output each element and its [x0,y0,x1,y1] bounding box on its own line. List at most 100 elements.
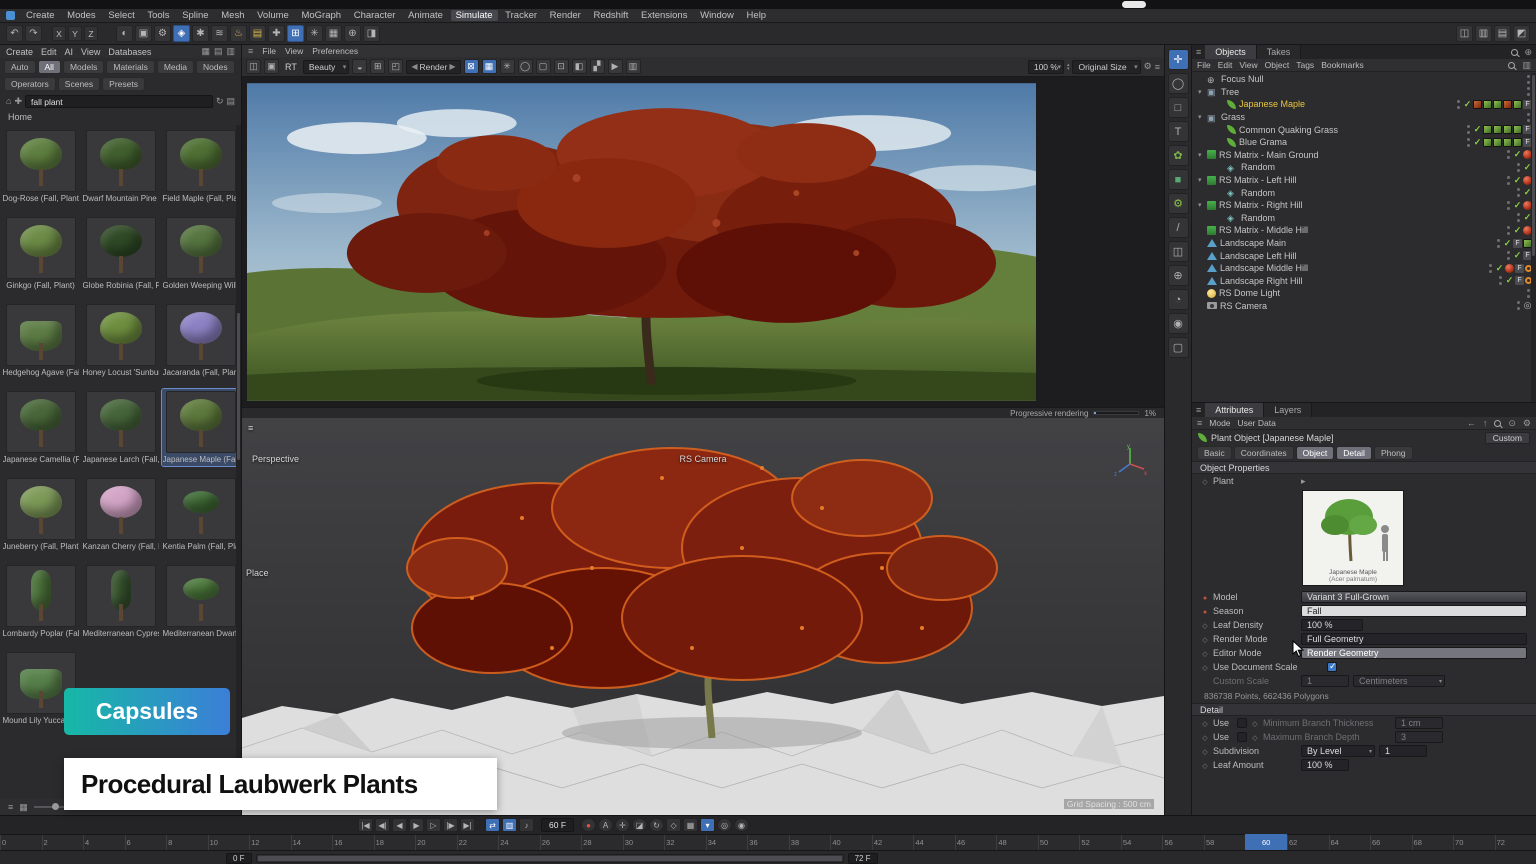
asset-item[interactable]: Mediterranean Dwarf ... [162,563,240,640]
object-tag-icon[interactable] [1463,100,1472,109]
object-label[interactable]: Random [1241,162,1275,172]
object-label[interactable]: RS Matrix - Middle Hill [1219,225,1308,235]
frame-tick[interactable]: 22 [457,835,499,850]
generators-icon[interactable]: ⚙ [1168,193,1189,214]
undo-icon[interactable]: ↶ [6,25,23,42]
text-tool-icon[interactable]: T [1168,121,1189,142]
frame-tick[interactable]: 64 [1329,835,1371,850]
zoom-value-field[interactable]: 100 % [1028,60,1064,74]
frame-tick[interactable]: 30 [623,835,665,850]
object-tag-icon[interactable] [1473,138,1482,147]
grid-toggle-icon[interactable]: ⊞ [370,59,385,74]
asset-menu-item[interactable]: AI [65,45,74,59]
render-view-icon[interactable]: ◐ [116,25,133,42]
compare-icon[interactable]: ◫ [246,59,261,74]
frame-tick[interactable]: 68 [1412,835,1454,850]
subdivision-mode-select[interactable]: By Level [1301,745,1375,757]
object-tag-icon[interactable] [1513,176,1522,185]
falloff-icon[interactable]: ◯ [518,59,533,74]
property-value-field[interactable]: Fall [1301,605,1527,617]
jump-start-icon[interactable]: |◀ [358,818,373,832]
object-label[interactable]: RS Dome Light [1219,288,1280,298]
object-tag-icon[interactable] [1506,201,1512,210]
key-icon[interactable] [1201,760,1209,770]
key-icon[interactable] [1201,476,1209,486]
add-icon[interactable]: ✚ [14,96,22,107]
beauty-select[interactable]: Beauty [303,60,349,74]
panel-burger-icon[interactable]: ≡ [248,46,253,56]
filter-chip[interactable]: Media [157,60,194,74]
live-selection-icon[interactable]: ◯ [1168,73,1189,94]
asset-item[interactable]: Golden Weeping Willo... [162,215,240,292]
object-tag-icon[interactable] [1505,276,1514,285]
refresh-icon[interactable]: ↻ [216,96,224,107]
panel-tab[interactable]: Attributes [1205,403,1264,417]
menu-item[interactable]: MoGraph [296,10,346,21]
key-scale-icon[interactable]: ◪ [632,818,647,832]
use-checkbox[interactable] [1237,718,1247,728]
expand-caret-icon[interactable] [1198,151,1207,159]
expand-caret-icon[interactable] [1198,113,1207,121]
up-icon[interactable]: ↑ [1483,418,1488,428]
attr-tab-chip[interactable]: Basic [1197,446,1232,460]
menu-item[interactable]: Volume [252,10,294,21]
particles-icon[interactable]: ✱ [192,25,209,42]
next-key-icon[interactable]: |▶ [443,818,458,832]
object-row[interactable]: Grass [1192,111,1536,124]
om-menu-item[interactable]: Tags [1296,60,1314,70]
preview-range-icon[interactable]: ▥ [502,818,517,832]
safe-frame-icon[interactable]: ▢ [536,59,551,74]
object-tag-icon[interactable] [1493,138,1502,147]
mirror-tool-icon[interactable]: ◫ [1168,241,1189,262]
object-tag-icon[interactable] [1513,239,1522,248]
attr-search-icon[interactable] [1494,420,1501,427]
back-icon[interactable]: ← [1467,418,1476,428]
userdata-menu[interactable]: User Data [1238,418,1276,428]
simulation-icon[interactable]: ◈ [173,25,190,42]
object-row[interactable]: RS Matrix - Right Hill [1192,199,1536,212]
menu-item[interactable]: Select [103,10,139,21]
asset-item[interactable]: Honey Locust 'Sunbur... [82,302,160,379]
rect-selection-icon[interactable]: □ [1168,97,1189,118]
viewport-menu-item[interactable]: Preferences [312,46,358,56]
object-label[interactable]: RS Matrix - Right Hill [1219,200,1303,210]
object-row[interactable]: RS Matrix - Middle Hill [1192,224,1536,237]
om-burger-icon[interactable]: ≡ [1192,47,1205,57]
frame-tick[interactable]: 72 [1495,835,1536,850]
key-icon[interactable] [1251,718,1259,728]
object-label[interactable]: Grass [1221,112,1245,122]
object-tag-icon[interactable] [1503,138,1512,147]
object-tag-icon[interactable] [1493,100,1502,109]
render-nav[interactable]: ◀ Render ▶ [406,60,460,74]
object-tag-icon[interactable] [1513,150,1522,159]
menu-item[interactable]: Redshift [588,10,633,21]
ab-split-icon[interactable]: ◧ [572,59,587,74]
menu-item[interactable]: Help [742,10,772,21]
asset-menu-item[interactable]: Databases [108,45,151,59]
object-label[interactable]: Landscape Left Hill [1220,251,1297,261]
use-checkbox[interactable] [1237,732,1247,742]
menu-item[interactable]: Tools [142,10,174,21]
attr-burger-icon[interactable]: ≡ [1192,405,1205,415]
render-view[interactable] [242,77,1164,407]
mode-burger-icon[interactable]: ≡ [1197,418,1202,428]
object-row[interactable]: Tree [1192,86,1536,99]
menu-item[interactable]: Character [349,10,401,21]
home-icon[interactable]: ⌂ [6,96,11,106]
frame-tick[interactable]: 40 [830,835,872,850]
hud-icon[interactable]: ◉ [734,818,749,832]
key-icon[interactable] [1201,620,1209,630]
range-end-field[interactable]: 72 F [848,853,878,864]
gear-icon[interactable]: ⚙ [1144,61,1152,72]
object-tag-icon[interactable] [1473,125,1482,134]
search-input[interactable]: fall plant [25,95,213,108]
key-icon[interactable] [1201,648,1209,658]
render-settings-icon[interactable]: ⚙ [154,25,171,42]
key-icon[interactable] [1201,606,1209,616]
key-position-icon[interactable]: ✛ [615,818,630,832]
frame-tick[interactable]: 24 [498,835,540,850]
frame-tick[interactable]: 12 [249,835,291,850]
plant-preview-thumbnail[interactable]: Japanese Maple (Acer palmatum) [1302,490,1404,586]
object-tag-icon[interactable] [1473,100,1482,109]
mode-menu[interactable]: Mode [1209,418,1230,428]
